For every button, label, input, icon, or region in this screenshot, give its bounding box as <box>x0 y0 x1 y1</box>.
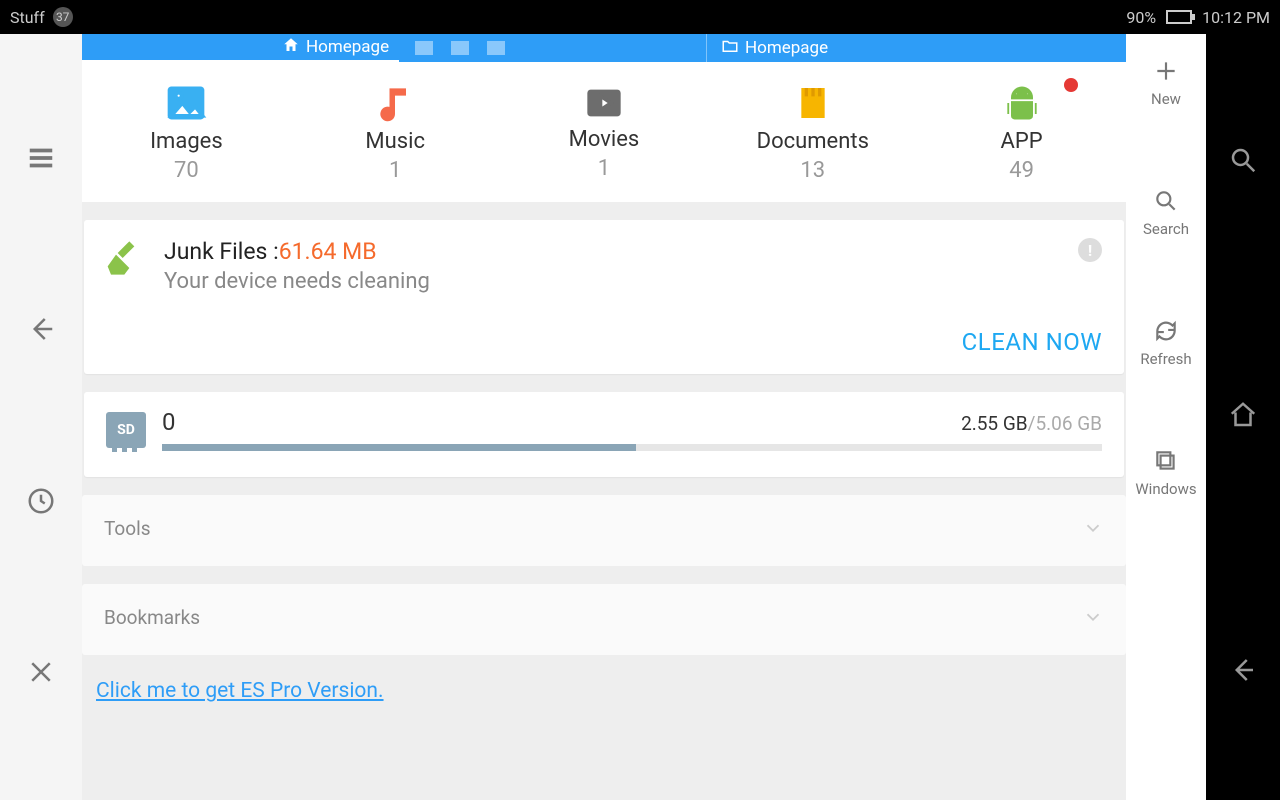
storage-card[interactable]: SD 0 2.55 GB/5.06 GB <box>84 392 1124 477</box>
category-count: 49 <box>1009 158 1034 183</box>
info-icon[interactable]: ! <box>1078 238 1102 262</box>
sys-back-button[interactable] <box>1228 655 1258 689</box>
category-label: APP <box>1001 129 1043 154</box>
search-label: Search <box>1143 220 1189 238</box>
home-icon <box>282 36 300 59</box>
windows-label: Windows <box>1135 480 1196 498</box>
sys-home-button[interactable] <box>1228 400 1258 434</box>
storage-total: 5.06 GB <box>1035 412 1102 435</box>
new-button[interactable]: New <box>1151 58 1181 108</box>
storage-label: 0 <box>162 408 176 436</box>
category-count: 70 <box>174 158 199 183</box>
category-label: Movies <box>569 127 640 152</box>
tools-section[interactable]: Tools <box>82 495 1126 566</box>
sd-card-icon: SD <box>106 412 146 448</box>
junk-title: Junk Files :61.64 MB <box>164 238 430 265</box>
storage-bar-fill <box>162 444 636 451</box>
chevron-down-icon <box>1082 606 1104 633</box>
hamburger-menu-button[interactable] <box>26 143 56 177</box>
tab-homepage-1[interactable]: Homepage <box>82 34 399 62</box>
status-clock: 10:12 PM <box>1202 8 1270 27</box>
category-strip: Images 70 Music 1 Movies 1 Documents 13 <box>82 62 1126 202</box>
bookmarks-section[interactable]: Bookmarks <box>82 584 1126 655</box>
junk-files-card: Junk Files :61.64 MB Your device needs c… <box>84 220 1124 374</box>
back-arrow-button[interactable] <box>26 314 56 348</box>
tab-bar: Homepage Homepage <box>82 34 1126 62</box>
status-folder-label: Stuff <box>10 8 45 27</box>
junk-title-prefix: Junk Files : <box>164 238 279 265</box>
right-toolbar: New Search Refresh Windows <box>1126 34 1206 800</box>
category-documents[interactable]: Documents 13 <box>708 62 917 202</box>
junk-title-size: 61.64 MB <box>279 238 377 265</box>
left-toolbar <box>0 34 82 800</box>
refresh-label: Refresh <box>1140 350 1191 368</box>
extra-icon <box>415 41 433 55</box>
extra-icon <box>451 41 469 55</box>
broom-icon <box>106 238 146 282</box>
category-movies[interactable]: Movies 1 <box>500 62 709 202</box>
category-count: 13 <box>800 158 825 183</box>
update-badge-icon <box>1064 78 1078 92</box>
section-label: Tools <box>104 517 151 544</box>
folder-icon <box>721 37 739 60</box>
storage-used: 2.55 GB <box>961 412 1028 435</box>
category-app[interactable]: APP 49 <box>917 62 1126 202</box>
category-label: Images <box>150 129 223 154</box>
system-nav-bar <box>1206 34 1280 800</box>
new-label: New <box>1151 90 1181 108</box>
android-status-bar: Stuff 37 90% 10:12 PM <box>0 0 1280 34</box>
status-notif-count: 37 <box>53 7 73 27</box>
category-count: 1 <box>598 156 610 181</box>
tab-label: Homepage <box>745 38 828 58</box>
category-music[interactable]: Music 1 <box>291 62 500 202</box>
extra-icon <box>487 41 505 55</box>
sys-search-button[interactable] <box>1228 145 1258 179</box>
tab-homepage-2[interactable]: Homepage <box>706 34 1126 62</box>
tab-extra-icons <box>399 34 521 62</box>
close-button[interactable] <box>26 657 56 691</box>
main-content: Homepage Homepage Images 70 <box>82 34 1126 800</box>
tab-label: Homepage <box>306 37 389 57</box>
storage-size: 2.55 GB/5.06 GB <box>961 412 1102 435</box>
battery-icon <box>1166 10 1192 24</box>
category-label: Documents <box>757 129 869 154</box>
junk-subtitle: Your device needs cleaning <box>164 269 430 294</box>
es-pro-link[interactable]: Click me to get ES Pro Version. <box>82 673 1126 709</box>
category-label: Music <box>365 129 425 154</box>
battery-pct: 90% <box>1126 8 1156 27</box>
category-images[interactable]: Images 70 <box>82 62 291 202</box>
storage-bar <box>162 444 1102 451</box>
refresh-button[interactable]: Refresh <box>1140 318 1191 368</box>
chevron-down-icon <box>1082 517 1104 544</box>
section-label: Bookmarks <box>104 606 200 633</box>
windows-button[interactable]: Windows <box>1135 448 1196 498</box>
history-button[interactable] <box>26 486 56 520</box>
search-button[interactable]: Search <box>1143 188 1189 238</box>
clean-now-button[interactable]: CLEAN NOW <box>962 328 1102 356</box>
category-count: 1 <box>389 158 401 183</box>
